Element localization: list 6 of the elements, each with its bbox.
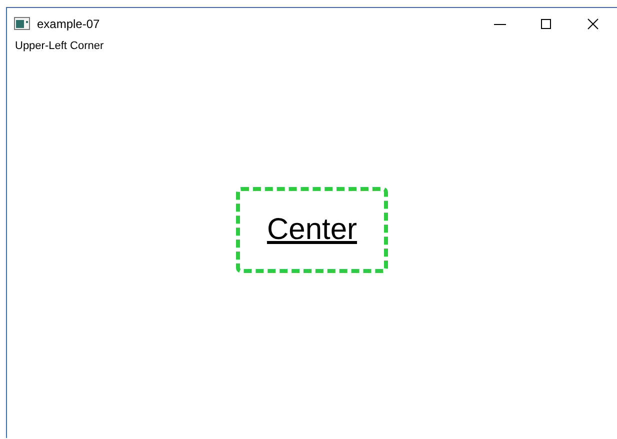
close-icon[interactable] [587,18,599,30]
window-title: example-07 [37,16,100,30]
corner-label: Upper-Left Corner [14,40,104,52]
center-label: Center [266,213,358,247]
app-icon [14,17,30,30]
maximize-icon[interactable] [540,18,552,30]
